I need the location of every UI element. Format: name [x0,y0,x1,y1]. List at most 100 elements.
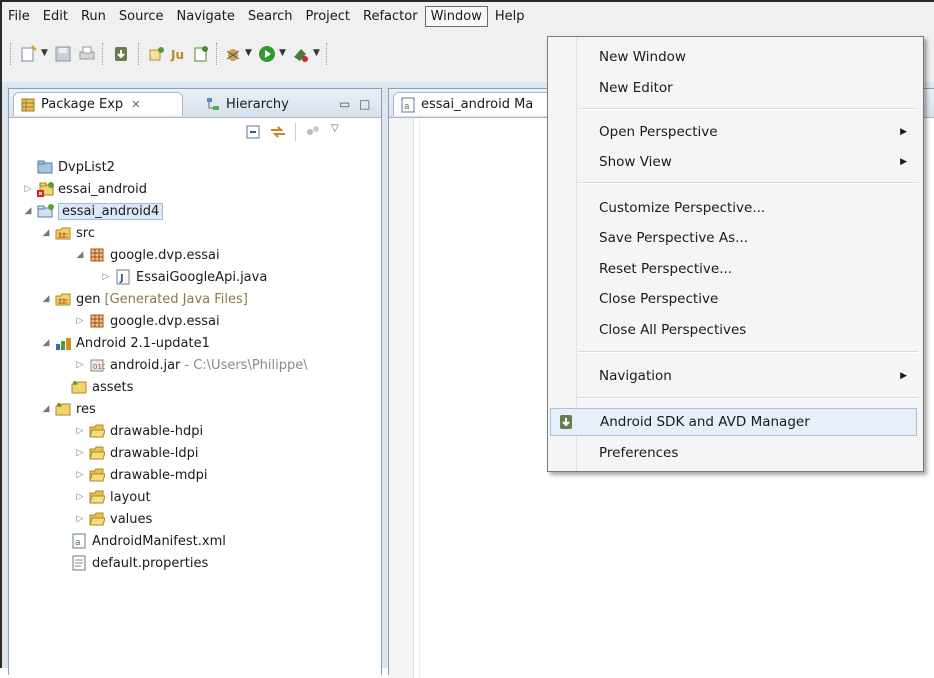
tree-item[interactable]: ▷ J EssaiGoogleApi.java [101,266,267,288]
tree-item[interactable]: ▷ values [75,508,153,530]
menu-item-close-all-perspectives[interactable]: Close All Perspectives [548,316,923,344]
open-type-icon[interactable] [148,45,166,63]
menu-item-android-sdk-avd-manager[interactable]: Android SDK and AVD Manager [550,408,917,436]
tree-twisty[interactable]: ▷ [101,272,111,282]
menu-item-label: Customize Perspective... [599,200,766,216]
menu-item-close-perspective[interactable]: Close Perspective [548,285,923,313]
menu-item-reset-perspective[interactable]: Reset Perspective... [548,255,923,283]
menu-help[interactable]: Help [489,6,531,27]
tree-item-label: layout [110,489,151,505]
tree-item-label: essai_android4 [58,202,164,220]
tab-editor-manifest[interactable]: a essai_android Ma [393,92,569,116]
menu-item-customize-perspective[interactable]: Customize Perspective... [548,194,923,222]
tree-item-label: DvpList2 [58,159,115,175]
tree-item-label: Android 2.1-update1 [76,335,210,351]
menu-refactor[interactable]: Refactor [357,6,424,27]
tree-twisty[interactable]: ▷ [23,184,33,194]
run-icon[interactable] [258,45,276,63]
collapse-all-icon[interactable] [245,124,261,144]
tree-item[interactable]: ▷ layout [75,486,151,508]
tree-twisty[interactable]: ◢ [41,294,51,304]
menu-item-navigation[interactable]: Navigation ▶ [548,362,923,390]
tree-twisty[interactable]: ◢ [75,250,85,260]
tree-item[interactable]: ▷ essai_android [23,178,147,200]
menu-item-show-view[interactable]: Show View ▶ [548,148,923,176]
tree-item[interactable]: ◢ res [41,398,96,420]
new-junit-icon[interactable]: Ju [170,45,188,63]
tab-package-explorer[interactable]: Package Exp ✕ [13,92,183,116]
new-dropdown-icon[interactable]: ▼ [41,48,49,66]
menu-search[interactable]: Search [242,6,299,27]
tree-item[interactable]: ◢ Android 2.1-update1 [41,332,210,354]
tree-twisty[interactable]: ▷ [75,514,85,524]
menu-item-open-perspective[interactable]: Open Perspective ▶ [548,118,923,146]
tree-item[interactable]: ▷ drawable-ldpi [75,442,199,464]
tree-item[interactable]: ▷ 010 android.jar - C:\Users\Philippe\ [75,354,308,376]
print-icon[interactable] [78,45,96,63]
tree-item[interactable]: default.properties [57,552,208,574]
new-wizard-icon[interactable] [20,45,38,63]
tree-item[interactable]: ◢ gen [Generated Java Files] [41,288,248,310]
menu-file[interactable]: File [2,6,36,27]
debug-dropdown-icon[interactable]: ▼ [245,48,253,66]
run-dropdown-icon[interactable]: ▼ [279,48,287,66]
menu-item-new-editor[interactable]: New Editor [548,74,923,102]
menu-window[interactable]: Window [424,5,488,27]
menu-item-save-perspective-as[interactable]: Save Perspective As... [548,224,923,252]
folder-open-icon [89,511,106,527]
view-menu-icon[interactable]: ▽ [331,123,339,134]
menu-item-preferences[interactable]: Preferences [548,439,923,467]
menu-separator [578,182,918,184]
close-icon[interactable]: ✕ [131,98,140,111]
menu-item-label: New Window [599,49,686,65]
maximize-icon[interactable]: □ [359,97,370,111]
external-tools-icon[interactable] [292,45,310,63]
menu-run[interactable]: Run [75,6,112,27]
external-tools-dropdown-icon[interactable]: ▼ [313,48,321,66]
android-sdk-manager-icon[interactable] [112,45,130,63]
menu-edit[interactable]: Edit [37,6,74,27]
save-icon[interactable] [54,45,72,63]
submenu-arrow-icon: ▶ [900,157,907,167]
tree-item[interactable]: ◢ src [41,222,95,244]
menu-item-new-window[interactable]: New Window [548,43,923,71]
toolbar-separator [216,43,218,65]
debug-icon[interactable] [224,45,242,63]
tree-item[interactable]: ▷ drawable-mdpi [75,464,208,486]
tree-item[interactable]: ◢ essai_android4 [23,200,164,222]
svg-text:Ju: Ju [170,48,184,62]
tree-item[interactable]: ▷ google.dvp.essai [75,310,220,332]
tree-twisty[interactable]: ▷ [75,360,85,370]
menu-source[interactable]: Source [113,6,170,27]
tree-item[interactable]: a AndroidManifest.xml [57,530,226,552]
tree-item[interactable]: DvpList2 [23,156,115,178]
tree-twisty[interactable]: ▷ [75,316,85,326]
tree-item-label: EssaiGoogleApi.java [136,269,268,285]
submenu-arrow-icon: ▶ [900,371,907,381]
tree-twisty[interactable]: ▷ [75,492,85,502]
tree-item-label: essai_android [58,181,147,197]
tree-twisty[interactable]: ▷ [75,426,85,436]
tree-twisty[interactable]: ◢ [41,338,51,348]
tree-twisty[interactable]: ▷ [75,470,85,480]
tree-item[interactable]: assets [57,376,133,398]
tab-hierarchy[interactable]: Hierarchy [205,92,289,116]
new-class-icon[interactable] [192,45,210,63]
tree-twisty[interactable]: ◢ [41,228,51,238]
jar-icon: 010 [89,357,106,373]
package-icon [89,247,105,263]
menu-navigate[interactable]: Navigate [171,6,241,27]
menu-separator [578,397,918,399]
menu-item-label: Reset Perspective... [599,261,733,277]
tree-item[interactable]: ▷ drawable-hdpi [75,420,204,442]
tree-twisty[interactable]: ◢ [23,206,33,216]
minimize-icon[interactable]: ▭ [339,97,350,111]
tree-item[interactable]: ◢ google.dvp.essai [75,244,220,266]
link-with-editor-icon[interactable] [269,124,287,144]
focus-icon[interactable] [305,124,321,144]
menu-project[interactable]: Project [300,6,356,27]
menu-separator [578,351,918,353]
tree-twisty[interactable]: ▷ [75,448,85,458]
tree-twisty[interactable]: ◢ [41,404,51,414]
package-icon [89,313,105,329]
